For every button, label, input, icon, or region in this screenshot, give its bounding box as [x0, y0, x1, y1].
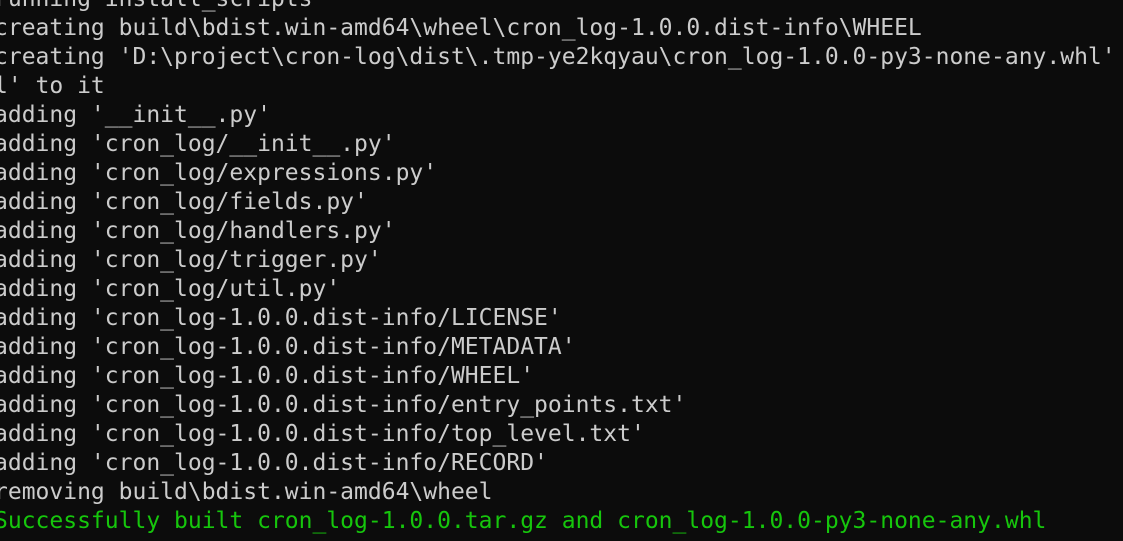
success-message-line: Successfully built cron_log-1.0.0.tar.gz…: [0, 508, 1047, 534]
output-line: adding 'cron_log-1.0.0.dist-info/top_lev…: [0, 421, 645, 447]
output-line: adding 'cron_log-1.0.0.dist-info/LICENSE…: [0, 305, 562, 331]
output-line: adding 'cron_log/util.py': [0, 276, 341, 302]
output-line: adding 'cron_log/__init__.py': [0, 131, 396, 157]
output-line: l' to it: [0, 73, 105, 99]
output-line: adding 'cron_log-1.0.0.dist-info/WHEEL': [0, 363, 535, 389]
output-line: adding 'cron_log/trigger.py': [0, 247, 382, 273]
output-line: adding 'cron_log-1.0.0.dist-info/METADAT…: [0, 334, 576, 360]
output-line: adding 'cron_log/expressions.py': [0, 160, 438, 186]
output-line: creating build\bdist.win-amd64\wheel\cro…: [0, 15, 922, 41]
output-line: adding 'cron_log-1.0.0.dist-info/entry_p…: [0, 392, 687, 418]
output-line: adding '__init__.py': [0, 102, 271, 128]
output-line: creating 'D:\project\cron-log\dist\.tmp-…: [0, 44, 1116, 70]
output-line: adding 'cron_log/handlers.py': [0, 218, 396, 244]
output-line: adding 'cron_log/fields.py': [0, 189, 368, 215]
output-line: removing build\bdist.win-amd64\wheel: [0, 479, 493, 505]
output-line: running install_scripts: [0, 0, 1116, 14]
terminal-output: running install_scripts creating build\b…: [0, 0, 1116, 536]
output-line: adding 'cron_log-1.0.0.dist-info/RECORD': [0, 450, 548, 476]
terminal-window[interactable]: running install_scripts creating build\b…: [0, 0, 1123, 541]
